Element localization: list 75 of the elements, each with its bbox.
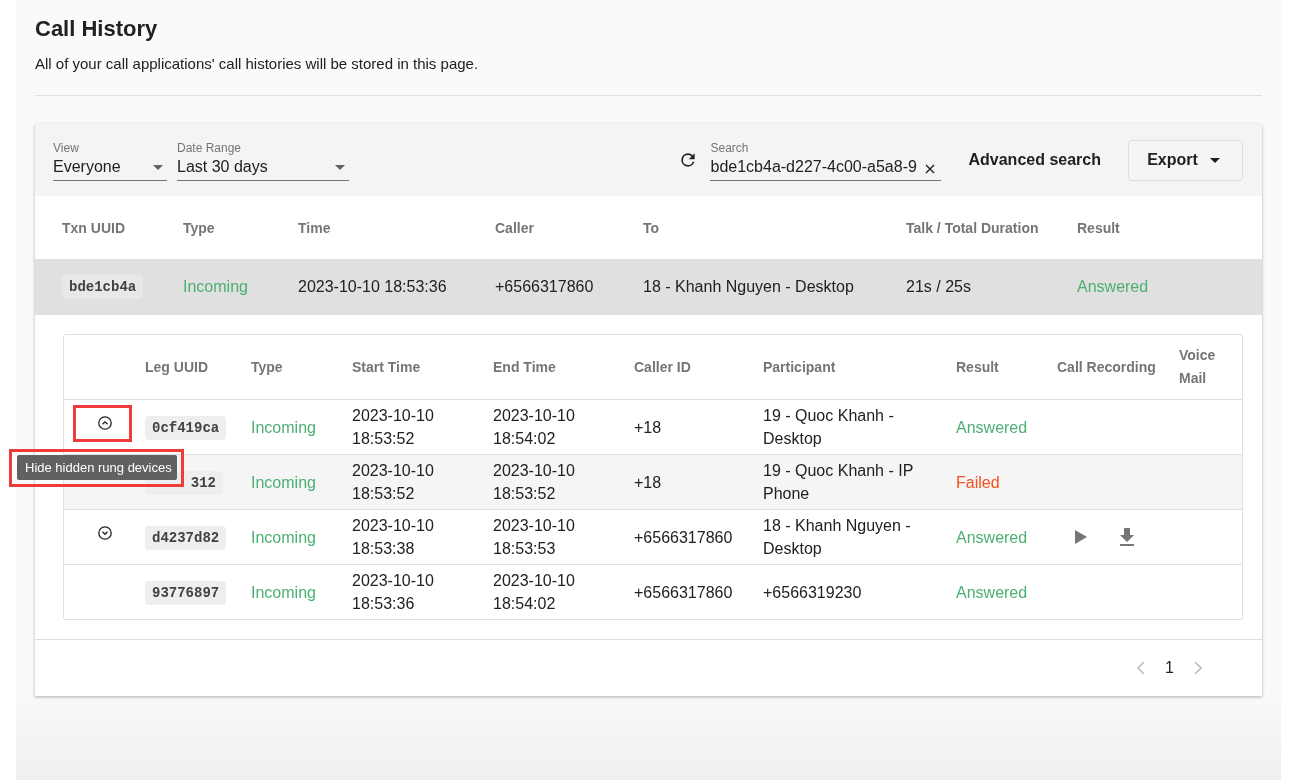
table-cell: +6566319230 xyxy=(763,583,862,601)
result-text: Answered xyxy=(956,528,1028,546)
column-header: Caller xyxy=(495,219,535,236)
table-cell: +6566317860 xyxy=(495,278,594,295)
table-cell: 2023-10-10 18:53:36 xyxy=(352,572,434,612)
table-cell: +6566317860 xyxy=(634,583,733,601)
field-label: View xyxy=(53,141,80,155)
column-header: Talk / Total Duration xyxy=(906,219,1040,236)
uuid-chip: 0cf419ca xyxy=(145,415,227,440)
column-header: Result xyxy=(956,358,999,375)
field-label: Date Range xyxy=(177,141,243,155)
table-cell: 2023-10-10 18:54:02 xyxy=(493,572,575,612)
play-icon[interactable] xyxy=(1075,530,1087,544)
export-button[interactable]: Export xyxy=(1128,139,1243,181)
field-value: Everyone xyxy=(53,158,121,176)
column-header: Txn UUID xyxy=(62,219,126,236)
page-title: Call History xyxy=(35,15,159,43)
caret-icon xyxy=(1209,157,1220,163)
column-header: Start Time xyxy=(352,358,421,375)
field-value: Last 30 days xyxy=(177,158,268,176)
column-header: Type xyxy=(183,219,216,236)
result-text: Answered xyxy=(1077,278,1149,295)
download-icon[interactable] xyxy=(1119,528,1135,546)
table-cell: 19 - Quoc Khanh - Desktop xyxy=(763,407,894,447)
table-cell: Incoming xyxy=(251,583,316,601)
table-cell: 2023-10-10 18:54:02 xyxy=(493,407,575,447)
table-cell: 2023-10-10 18:53:52 xyxy=(493,462,575,502)
table-cell: 2023-10-10 18:53:38 xyxy=(352,517,434,557)
column-header: Time xyxy=(298,219,332,236)
column-header: Call Recording xyxy=(1057,358,1156,375)
collapse-icon[interactable] xyxy=(97,416,112,430)
date-range-select[interactable]: Date Range Last 30 days xyxy=(177,141,349,181)
search-field[interactable]: Search bde1cb4a-d227-4c00-a5a8-9 xyxy=(710,141,942,181)
table-cell: 19 - Quoc Khanh - IP Phone xyxy=(763,462,913,502)
clear-icon[interactable] xyxy=(925,164,936,174)
column-header: Leg UUID xyxy=(145,358,208,375)
table-cell: +6566317860 xyxy=(634,528,733,546)
column-header: Type xyxy=(251,358,283,375)
table-cell: 2023-10-10 18:53:53 xyxy=(493,517,575,557)
table-cell: 2023-10-10 18:53:36 xyxy=(298,278,447,295)
uuid-chip: bde1cb4a xyxy=(62,275,144,299)
column-header: Participant xyxy=(763,358,836,375)
expand-icon[interactable] xyxy=(97,526,112,540)
table-cell: Incoming xyxy=(251,528,316,546)
column-header: Caller ID xyxy=(634,358,691,375)
field-label: Search xyxy=(710,141,750,155)
table-cell: Incoming xyxy=(251,473,316,491)
table-cell: 21s / 25s xyxy=(906,278,971,295)
table-cell: 2023-10-10 18:53:52 xyxy=(352,407,434,447)
result-text: Answered xyxy=(956,418,1028,436)
uuid-chip: 93776897 xyxy=(145,580,227,605)
uuid-chip: d4237d82 xyxy=(145,525,227,550)
page-subtitle: All of your call applications' call histories will be stored in this page. xyxy=(35,55,480,73)
table-row[interactable]: bde1cb4a Incoming 2023-10-10 18:53:36 +6566317860 18 - Khanh Nguyen - Desktop 21s / 25s Answered xyxy=(35,259,1262,315)
table-cell: 18 - Khanh Nguyen - Desktop xyxy=(763,517,911,557)
table-cell: 2023-10-10 18:53:52 xyxy=(352,462,434,502)
table-cell: Incoming xyxy=(183,278,248,295)
view-select[interactable]: View Everyone xyxy=(53,141,167,181)
column-header: Result xyxy=(1077,219,1121,236)
advanced-search-link[interactable]: Advanced search xyxy=(965,147,1104,173)
table-cell: +18 xyxy=(634,418,662,436)
table-cell: +18 xyxy=(634,473,662,491)
result-text: Failed xyxy=(956,473,1000,491)
column-header: Voice Mail xyxy=(1179,347,1216,386)
tooltip: Hide hidden rung devices xyxy=(17,455,177,480)
highlight-frame xyxy=(73,405,132,442)
dropdown-caret-icon xyxy=(153,164,163,170)
search-value: bde1cb4a-d227-4c00-a5a8-9 xyxy=(710,158,917,176)
column-header: End Time xyxy=(493,358,556,375)
result-text: Answered xyxy=(956,583,1028,601)
column-header: To xyxy=(643,219,661,236)
dropdown-caret-icon xyxy=(335,164,345,170)
table-cell: 18 - Khanh Nguyen - Desktop xyxy=(643,278,854,295)
page-number[interactable]: 1 xyxy=(1165,659,1174,677)
table-cell: Incoming xyxy=(251,418,316,436)
